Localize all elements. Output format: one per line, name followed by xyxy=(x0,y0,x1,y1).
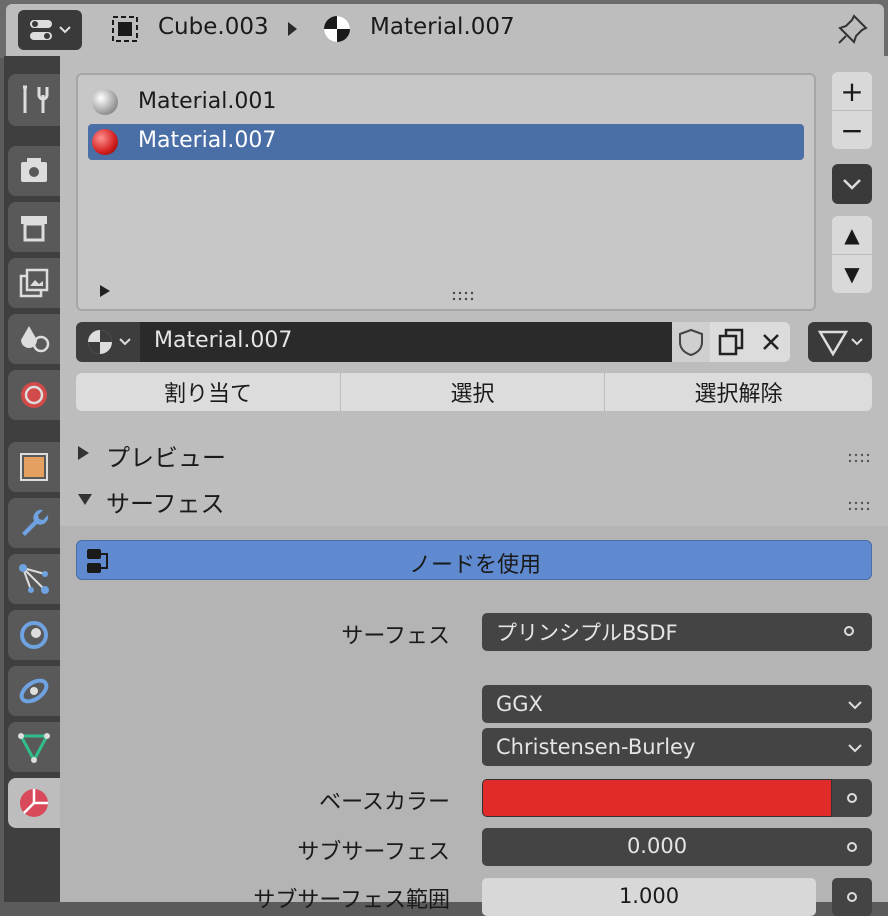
socket-icon xyxy=(844,626,854,636)
socket-icon xyxy=(847,892,857,902)
distribution-value: GGX xyxy=(496,692,543,716)
constraints-icon xyxy=(19,678,49,704)
tab-scene[interactable] xyxy=(8,314,60,364)
remove-slot-button[interactable]: − xyxy=(832,111,872,149)
tab-world[interactable] xyxy=(8,370,60,420)
subsurface-radius-field[interactable]: 1.000 xyxy=(482,878,816,916)
slot-item-selected[interactable]: Material.007 xyxy=(88,124,804,160)
breadcrumb-material: Material.007 xyxy=(370,14,515,40)
tab-object-data[interactable] xyxy=(8,722,60,772)
drag-handle-icon[interactable] xyxy=(848,496,872,511)
distribution-dropdown[interactable]: GGX xyxy=(482,685,872,723)
particles-icon xyxy=(19,564,49,594)
duplicate-material-button[interactable] xyxy=(710,322,752,362)
link-mode-button[interactable] xyxy=(808,322,872,362)
slot-label: Material.001 xyxy=(138,89,277,114)
surface-shader-field[interactable]: プリンシプルBSDF xyxy=(482,613,872,651)
material-name-field[interactable]: Material.007 xyxy=(140,322,672,362)
surface-title: サーフェス xyxy=(106,490,225,518)
breadcrumb-object: Cube.003 xyxy=(158,14,269,40)
shield-icon xyxy=(679,328,703,357)
surface-shader-label: サーフェス xyxy=(341,624,450,649)
subsurface-method-value: Christensen-Burley xyxy=(496,735,696,759)
material-icon xyxy=(322,14,352,44)
mesh-data-icon xyxy=(18,733,50,764)
material-tab-icon xyxy=(20,789,48,817)
slot-item[interactable]: Material.001 xyxy=(88,86,804,118)
drag-handle-icon[interactable] xyxy=(848,448,872,463)
base-color-swatch[interactable] xyxy=(482,779,832,817)
surface-shader-value: プリンシプルBSDF xyxy=(496,621,678,645)
tab-constraints[interactable] xyxy=(8,666,60,716)
base-color-socket-button[interactable] xyxy=(832,779,872,817)
tab-particles[interactable] xyxy=(8,554,60,604)
slot-label: Material.007 xyxy=(138,128,277,153)
material-name-text: Material.007 xyxy=(154,328,293,353)
unlink-material-button[interactable] xyxy=(752,322,790,362)
socket-icon xyxy=(847,842,857,852)
list-resize-handle[interactable] xyxy=(452,286,476,301)
move-slot-up-button[interactable]: ▲ xyxy=(832,216,872,254)
base-color-label: ベースカラー xyxy=(319,790,450,815)
pin-icon[interactable] xyxy=(836,12,870,46)
subsurface-radius-label: サブサーフェス範囲 xyxy=(253,888,450,913)
material-browse-icon xyxy=(88,330,131,354)
output-icon xyxy=(21,216,47,242)
duplicate-icon xyxy=(718,328,744,356)
tab-object[interactable] xyxy=(8,442,60,492)
subsurface-value: 0.000 xyxy=(626,834,688,858)
mesh-link-icon xyxy=(817,330,863,357)
close-icon xyxy=(763,334,779,350)
slot-specials-menu[interactable] xyxy=(832,164,872,204)
render-icon xyxy=(21,158,47,182)
preview-title: プレビュー xyxy=(106,444,226,472)
chevron-down-icon xyxy=(843,179,861,190)
surface-panel-header[interactable]: サーフェス xyxy=(60,480,888,520)
deselect-button[interactable]: 選択解除 xyxy=(605,373,872,411)
material-preview-icon xyxy=(92,129,118,155)
add-slot-button[interactable]: + xyxy=(832,72,872,110)
wrench-icon xyxy=(22,509,49,536)
browse-material-button[interactable] xyxy=(76,322,142,362)
tab-render[interactable] xyxy=(8,146,60,196)
assign-button[interactable]: 割り当て xyxy=(76,373,340,411)
use-nodes-button[interactable]: ノードを使用 xyxy=(76,540,872,580)
material-preview-icon xyxy=(92,89,118,115)
view-layer-icon xyxy=(19,268,49,298)
move-slot-down-button[interactable]: ▼ xyxy=(832,255,872,293)
socket-icon xyxy=(847,793,857,803)
tool-icon xyxy=(23,85,49,113)
object-properties-icon xyxy=(20,453,48,481)
breadcrumb-separator-icon xyxy=(288,22,297,36)
collapsed-arrow-icon xyxy=(78,446,89,460)
subsurface-slider[interactable]: 0.000 xyxy=(482,828,832,866)
chevron-down-icon xyxy=(848,744,862,753)
properties-editor-icon xyxy=(30,20,71,40)
subsurface-radius-value: 1.000 xyxy=(618,884,680,908)
physics-icon xyxy=(20,621,48,649)
object-icon xyxy=(110,14,140,44)
world-icon xyxy=(21,382,47,408)
tab-modifiers[interactable] xyxy=(8,498,60,548)
subsurface-label: サブサーフェス xyxy=(297,840,450,865)
tab-tool[interactable] xyxy=(8,74,60,126)
tab-view-layer[interactable] xyxy=(8,258,60,308)
fake-user-button[interactable] xyxy=(672,322,710,362)
use-nodes-label: ノードを使用 xyxy=(408,553,541,578)
scene-icon xyxy=(21,326,50,353)
expanded-arrow-icon xyxy=(78,494,92,505)
subsurface-socket-button[interactable] xyxy=(832,828,872,866)
subsurface-method-dropdown[interactable]: Christensen-Burley xyxy=(482,728,872,766)
subsurface-radius-socket-button[interactable] xyxy=(832,878,872,916)
chevron-down-icon xyxy=(848,701,862,710)
list-expand-icon[interactable] xyxy=(100,285,110,297)
tab-output[interactable] xyxy=(8,202,60,252)
editor-type-button[interactable] xyxy=(18,10,82,50)
preview-panel-header[interactable]: プレビュー xyxy=(60,432,888,472)
select-button[interactable]: 選択 xyxy=(341,373,604,411)
